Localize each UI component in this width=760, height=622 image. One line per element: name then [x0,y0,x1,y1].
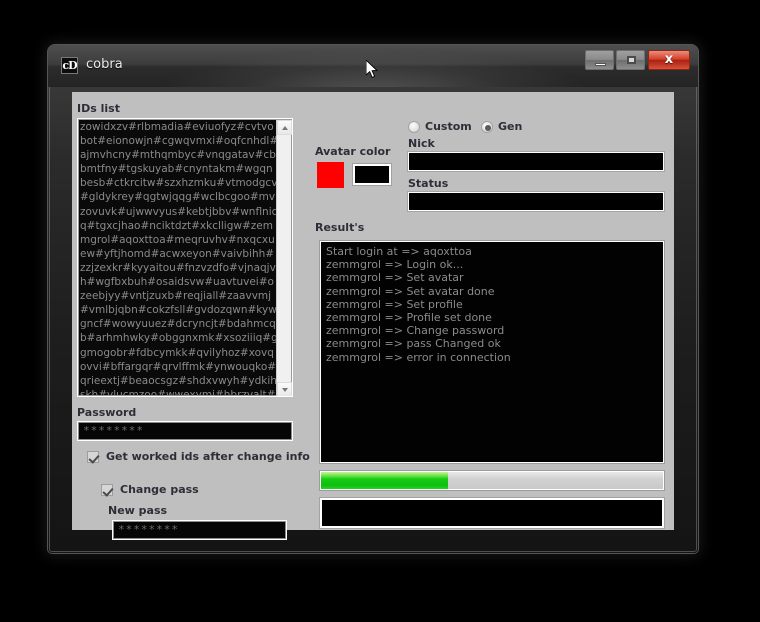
password-value: ******** [83,424,144,437]
results-line: zemmgrol => Set avatar [326,271,464,285]
results-line: zemmgrol => Set avatar done [326,284,495,298]
close-button[interactable]: x [648,50,690,70]
avatar-color-label: Avatar color [315,145,391,158]
new-pass-value: ******** [118,523,179,536]
cobra-app-icon: cD [61,57,78,74]
results-label: Result's [315,221,365,234]
scroll-down-arrow[interactable] [277,382,292,396]
ids-list-textarea[interactable]: zowidxzv#rlbmadia#eviuofyz#cvtvobot#eion… [77,118,293,397]
mode-radio-custom-label: Custom [425,120,472,133]
nick-input[interactable] [408,152,664,171]
desktop-background: cD cobra x IDs list zowidxzv#rlbmadia#ev… [0,0,760,622]
maximize-icon [627,56,636,64]
change-pass-label: Change pass [120,483,199,496]
results-output-box[interactable]: Start login at => aqoxttoa zemmgrol => Lo… [320,241,664,463]
mode-radio-gen-label: Gen [498,120,523,133]
new-pass-label: New pass [108,504,168,517]
bottom-status-input[interactable] [320,498,664,528]
application-window: cD cobra x IDs list zowidxzv#rlbmadia#ev… [48,45,698,553]
minimize-button[interactable] [585,50,614,70]
password-input[interactable]: ******** [77,421,293,441]
results-line: zemmgrol => Change password [326,324,505,338]
new-pass-input[interactable]: ******** [112,520,287,540]
status-input[interactable] [408,192,664,211]
password-label: Password [77,406,137,419]
results-line: zemmgrol => error in connection [326,350,511,364]
results-line: zemmgrol => Profile set done [326,311,492,325]
status-label: Status [408,177,449,190]
progress-bar [320,471,664,490]
results-line: zemmgrol => Set profile [326,297,463,311]
checkmark-icon [101,484,113,496]
ids-list-content: zowidxzv#rlbmadia#eviuofyz#cvtvobot#eion… [80,121,279,396]
radio-unselected-icon [408,121,420,133]
radio-selected-icon [481,121,493,133]
title-bar[interactable]: cD cobra x [48,45,698,87]
results-line: zemmgrol => pass Changed ok [326,337,501,351]
scroll-up-arrow[interactable] [277,120,292,135]
results-line: zemmgrol => Login ok... [326,258,464,272]
nick-label: Nick [408,137,435,150]
close-icon: x [664,52,674,67]
get-worked-ids-label: Get worked ids after change info [106,450,310,463]
progress-bar-fill [321,472,448,489]
results-line: Start login at => aqoxttoa [326,245,472,258]
window-title: cobra [86,57,123,72]
window-client-area: IDs list zowidxzv#rlbmadia#eviuofyz#cvtv… [72,92,674,540]
checkmark-icon [87,451,99,463]
ids-list-label: IDs list [77,102,120,115]
maximize-button[interactable] [616,50,645,70]
minimize-icon [595,63,606,66]
ids-list-scrollbar[interactable] [276,120,292,396]
avatar-color-input[interactable] [353,164,391,185]
results-line-list: Start login at => aqoxttoa zemmgrol => Lo… [321,242,663,364]
avatar-color-swatch[interactable] [317,162,344,188]
